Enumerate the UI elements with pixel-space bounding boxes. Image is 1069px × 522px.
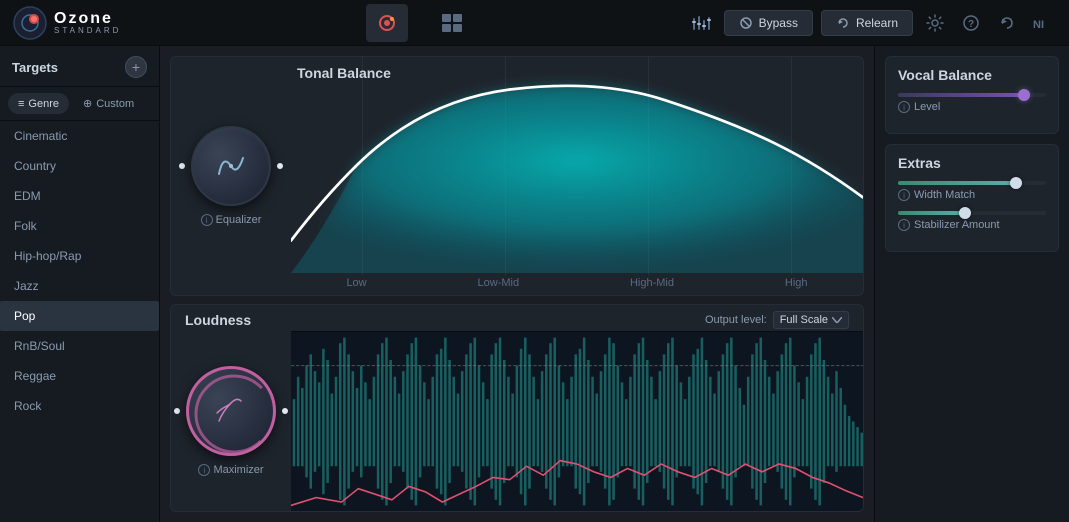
loudness-panel: Loudness Output level: Full Scale [170,304,864,512]
right-panel: Vocal Balance i Level Extras [874,46,1069,522]
knob-dot-left [179,163,185,169]
equalizer-knob-symbol [211,146,251,186]
equalizer-info-icon[interactable]: i [201,214,213,226]
sidebar-header: Targets + [0,46,159,87]
bypass-button[interactable]: Bypass [724,10,813,36]
maximizer-info-icon[interactable]: i [198,464,210,476]
width-match-info-icon[interactable]: i [898,189,910,201]
width-match-track[interactable] [898,181,1046,185]
vocal-level-thumb[interactable] [1018,89,1030,101]
sidebar-item-rock[interactable]: Rock [0,391,159,421]
maximizer-label: i Maximizer [198,464,263,476]
settings-icon-btn[interactable] [921,9,949,37]
output-level-label: Output level: [705,314,767,326]
chart-labels: Low Low-Mid High-Mid High [291,277,863,289]
content-area: i Equalizer Tonal Balance [160,46,874,522]
vocal-level-info-icon[interactable]: i [898,101,910,113]
ni-logo-btn[interactable]: NI [1029,9,1057,37]
width-match-label: i Width Match [898,189,1046,201]
loudness-title: Loudness [185,312,251,328]
sidebar-item-hiphop[interactable]: Hip-hop/Rap [0,241,159,271]
svg-text:?: ? [968,19,974,30]
equalizer-label: i Equalizer [201,214,262,226]
sidebar-item-reggae[interactable]: Reggae [0,361,159,391]
sidebar-item-cinematic[interactable]: Cinematic [0,121,159,151]
nav-modules-btn[interactable] [432,4,474,42]
loudness-content: i Maximizer [171,331,863,511]
sidebar-tab-genre[interactable]: ≡ Genre [8,93,69,114]
equalizer-knob-area: i Equalizer [171,57,291,295]
ozone-logo-icon [12,5,48,41]
vocal-balance-slider-row: i Level [898,93,1046,113]
output-level-row: Output level: Full Scale [705,311,849,329]
sidebar: Targets + ≡ Genre ⊕ Custom Cinematic Cou… [0,46,160,522]
stabilizer-label: i Stabilizer Amount [898,219,1046,231]
stabilizer-slider-row: i Stabilizer Amount [898,211,1046,231]
sidebar-title: Targets [12,60,58,75]
sidebar-tab-custom[interactable]: ⊕ Custom [73,93,144,114]
stabilizer-fill [898,211,965,215]
stabilizer-info-icon[interactable]: i [898,219,910,231]
sidebar-list: Cinematic Country EDM Folk Hip-hop/Rap J… [0,121,159,522]
stabilizer-thumb[interactable] [959,207,971,219]
sidebar-item-pop[interactable]: Pop [0,301,159,331]
loudness-waveform [291,331,863,511]
equalizer-knob[interactable] [191,126,271,206]
vocal-level-track[interactable] [898,93,1046,97]
chart-label-lowmid: Low-Mid [478,277,520,289]
main-layout: Targets + ≡ Genre ⊕ Custom Cinematic Cou… [0,46,1069,522]
maximizer-knob-dot-right [282,408,288,414]
add-target-button[interactable]: + [125,56,147,78]
logo-area: Ozone STANDARD [12,5,152,41]
help-icon-btn[interactable]: ? [957,9,985,37]
maximizer-knob-dot-left [174,408,180,414]
sidebar-tabs: ≡ Genre ⊕ Custom [0,87,159,121]
chart-label-high: High [785,277,808,289]
chevron-down-icon [832,317,842,323]
sidebar-item-country[interactable]: Country [0,151,159,181]
width-match-fill [898,181,1016,185]
app-edition: STANDARD [54,27,121,35]
loudness-header: Loudness Output level: Full Scale [171,305,863,331]
undo-icon-btn[interactable] [993,9,1021,37]
maximizer-knob-area: i Maximizer [171,331,291,511]
sidebar-item-folk[interactable]: Folk [0,211,159,241]
vocal-balance-title: Vocal Balance [898,67,1046,83]
extras-title: Extras [898,155,1046,171]
sidebar-item-rnbsoul[interactable]: RnB/Soul [0,331,159,361]
nav-right: Bypass Relearn ? [688,9,1057,37]
nav-analyzer-btn[interactable] [366,4,408,42]
tonal-curve-svg [291,57,863,273]
extras-section: Extras i Width Match i [885,144,1059,252]
tonal-balance-chart: Tonal Balance [291,57,863,295]
output-level-select[interactable]: Full Scale [773,311,849,329]
knob-dot-right [277,163,283,169]
logo-text: Ozone STANDARD [54,11,121,35]
top-nav: Ozone STANDARD [0,0,1069,46]
chart-label-low: Low [346,277,366,289]
vocal-balance-section: Vocal Balance i Level [885,56,1059,134]
sidebar-item-edm[interactable]: EDM [0,181,159,211]
plus-circle-icon: ⊕ [83,97,92,110]
app-name: Ozone [54,11,121,27]
width-match-slider-row: i Width Match [898,181,1046,201]
nav-center [152,4,688,42]
waveform-svg [291,332,863,511]
maximizer-knob[interactable] [186,366,276,456]
stabilizer-track[interactable] [898,211,1046,215]
maximizer-arc-svg [189,369,279,459]
tonal-balance-panel: i Equalizer Tonal Balance [170,56,864,296]
vocal-level-label: i Level [898,101,1046,113]
sidebar-item-jazz[interactable]: Jazz [0,271,159,301]
svg-text:NI: NI [1033,19,1044,30]
chart-label-highmid: High-Mid [630,277,674,289]
tonal-balance-title: Tonal Balance [297,65,391,81]
width-match-thumb[interactable] [1010,177,1022,189]
vocal-level-fill [898,93,1024,97]
relearn-button[interactable]: Relearn [821,10,913,36]
list-icon: ≡ [18,98,24,110]
mixer-icon-btn[interactable] [688,9,716,37]
